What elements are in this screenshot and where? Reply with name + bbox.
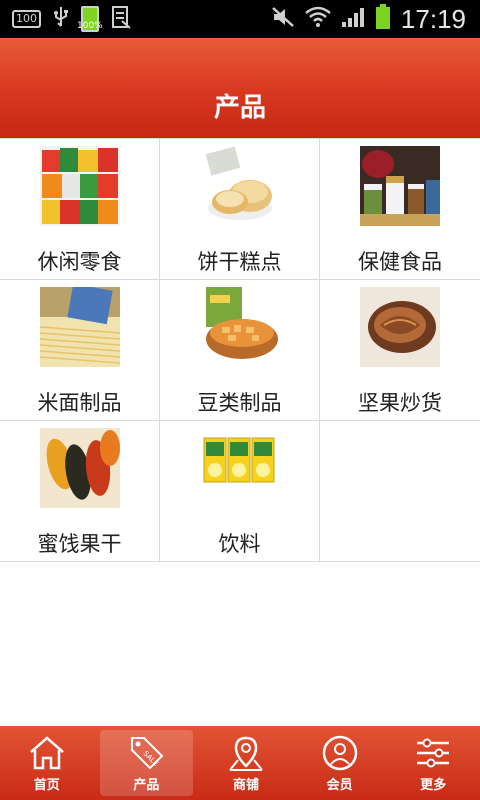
category-cell-health-food[interactable]: 保健食品 bbox=[320, 139, 480, 280]
category-label: 豆类制品 bbox=[197, 391, 282, 415]
drinks-image bbox=[199, 428, 280, 508]
category-label: 蜜饯果干 bbox=[37, 532, 122, 556]
tab-label: 首页 bbox=[33, 777, 60, 793]
tab-products[interactable]: SALE 产品 bbox=[99, 730, 194, 796]
tab-label: 商铺 bbox=[232, 777, 259, 793]
status-indicator-box: 100 bbox=[12, 10, 41, 28]
map-pin-icon bbox=[226, 734, 266, 772]
battery-percent-label: 100% bbox=[77, 21, 103, 31]
category-cell-noodles[interactable]: 米面制品 bbox=[0, 280, 160, 421]
pastry-image bbox=[199, 146, 280, 226]
sliders-icon bbox=[413, 734, 453, 772]
clock: 17:19 bbox=[400, 3, 466, 34]
wifi-icon bbox=[305, 6, 331, 33]
tab-label: 会员 bbox=[326, 777, 353, 793]
category-label: 米面制品 bbox=[37, 391, 122, 415]
nuts-image bbox=[360, 287, 440, 367]
category-label: 饼干糕点 bbox=[197, 250, 282, 274]
user-icon bbox=[320, 734, 360, 772]
category-cell-pastry[interactable]: 饼干糕点 bbox=[160, 139, 320, 280]
battery-full-icon: 100% bbox=[77, 6, 103, 32]
usb-icon bbox=[53, 6, 69, 33]
sale-tag-icon: SALE bbox=[126, 734, 166, 772]
signal-icon bbox=[341, 6, 365, 33]
header-bar: 产品 bbox=[0, 38, 480, 138]
category-label: 饮料 bbox=[218, 532, 261, 556]
tab-label: 更多 bbox=[420, 777, 447, 793]
category-label: 坚果炒货 bbox=[358, 391, 442, 415]
tab-label: 产品 bbox=[133, 777, 160, 793]
tab-shops[interactable]: 商铺 bbox=[199, 726, 293, 800]
category-cell-empty bbox=[320, 421, 480, 562]
snacks-image bbox=[39, 146, 120, 226]
battery-icon bbox=[375, 4, 391, 34]
status-bar: 100 100% 17:19 bbox=[0, 0, 480, 38]
category-grid: 休闲零食 饼干糕点 保健食品 米面制品 豆类制品 坚果炒货 蜜饯果干 饮料 bbox=[0, 138, 480, 562]
tab-more[interactable]: 更多 bbox=[386, 726, 480, 800]
tab-home[interactable]: 首页 bbox=[0, 726, 94, 800]
screenshot-icon bbox=[111, 5, 131, 34]
category-label: 休闲零食 bbox=[37, 250, 122, 274]
category-cell-dried-fruit[interactable]: 蜜饯果干 bbox=[0, 421, 160, 562]
beans-image bbox=[199, 287, 280, 367]
category-cell-beans[interactable]: 豆类制品 bbox=[160, 280, 320, 421]
bottom-tab-bar: 首页 SALE 产品 商铺 会员 更多 bbox=[0, 726, 480, 800]
mute-icon bbox=[271, 6, 295, 33]
tab-member[interactable]: 会员 bbox=[293, 726, 387, 800]
category-cell-nuts[interactable]: 坚果炒货 bbox=[320, 280, 480, 421]
category-cell-drinks[interactable]: 饮料 bbox=[160, 421, 320, 562]
page-title: 产品 bbox=[213, 92, 266, 123]
category-cell-snacks[interactable]: 休闲零食 bbox=[0, 139, 160, 280]
health-food-image bbox=[360, 146, 440, 226]
dried-fruit-image bbox=[39, 428, 120, 508]
category-label: 保健食品 bbox=[358, 250, 442, 274]
noodles-image bbox=[39, 287, 120, 367]
home-icon bbox=[27, 734, 67, 772]
